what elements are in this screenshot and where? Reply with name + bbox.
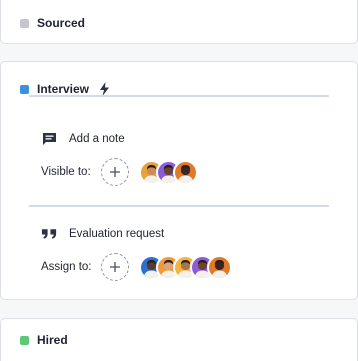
stage-card-interview[interactable]: Interview Add a note Visible to: Evaluat… [0, 61, 358, 300]
stage-title: Hired [37, 333, 68, 347]
action-title-row[interactable]: Add a note [41, 132, 125, 146]
plus-icon [110, 167, 120, 177]
action-title: Evaluation request [69, 227, 165, 240]
stage-card-hired[interactable]: Hired [0, 318, 358, 361]
add-user-button[interactable] [101, 253, 129, 281]
avatar-group [139, 254, 232, 280]
stage-color-dot [20, 335, 29, 345]
assign-to-label: Assign to: [41, 261, 92, 273]
stage-title: Interview [37, 82, 90, 96]
person-icon [177, 164, 194, 183]
action-title-row[interactable]: Evaluation request [41, 227, 164, 240]
divider [29, 95, 329, 97]
person-icon [211, 259, 228, 278]
add-user-button[interactable] [101, 158, 129, 186]
assign-row: Assign to: [41, 253, 232, 281]
stage-card-sourced[interactable]: Sourced [0, 0, 358, 44]
plus-icon [110, 262, 120, 272]
stage-header-hired: Hired [20, 333, 68, 347]
stage-header-interview: Interview [20, 82, 110, 96]
visible-to-label: Visible to: [41, 166, 91, 178]
lightning-bolt-icon [99, 82, 110, 96]
chat-bubble-icon [41, 132, 58, 146]
avatar[interactable] [207, 254, 232, 280]
avatar-group [139, 159, 198, 185]
divider [29, 205, 329, 207]
stage-color-dot [20, 18, 29, 28]
avatar[interactable] [173, 159, 198, 185]
action-title: Add a note [69, 133, 125, 145]
visibility-row: Visible to: [41, 158, 198, 186]
stage-header-sourced: Sourced [20, 16, 85, 30]
stage-color-dot [20, 84, 29, 94]
quote-icon [41, 227, 58, 240]
stage-title: Sourced [37, 16, 86, 30]
